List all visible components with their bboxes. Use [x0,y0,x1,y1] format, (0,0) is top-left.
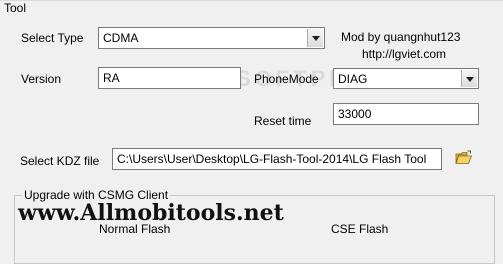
phone-mode-label: PhoneMode [254,72,319,86]
chevron-down-icon[interactable] [307,29,323,47]
kdz-path-value: C:\Users\User\Desktop\LG-Flash-Tool-2014… [117,152,427,166]
reset-time-label: Reset time [254,114,312,128]
version-input[interactable]: RA [98,67,241,89]
version-value: RA [103,71,120,85]
section-title: Tool [4,1,27,15]
chevron-down-icon[interactable] [461,70,477,87]
top-edge [0,0,503,1]
credit-url: http://lgviet.com [362,47,447,61]
kdz-path-input[interactable]: C:\Users\User\Desktop\LG-Flash-Tool-2014… [112,148,442,170]
phone-mode-dropdown[interactable]: DIAG [333,68,479,89]
credit-author: Mod by quangnhut123 [341,30,461,44]
kdz-label: Select KDZ file [20,154,100,168]
phone-mode-value: DIAG [338,72,368,86]
select-type-value: CDMA [103,31,139,45]
reset-time-value: 33000 [338,107,372,121]
allmobitools-watermark: www.Allmobitools.net [18,200,284,226]
cse-flash-button[interactable]: CSE Flash [331,222,388,236]
select-type-label: Select Type [21,31,84,45]
reset-time-input[interactable]: 33000 [333,103,479,125]
select-type-dropdown[interactable]: CDMA [98,27,325,49]
folder-open-icon[interactable] [455,150,473,166]
version-label: Version [21,72,62,86]
